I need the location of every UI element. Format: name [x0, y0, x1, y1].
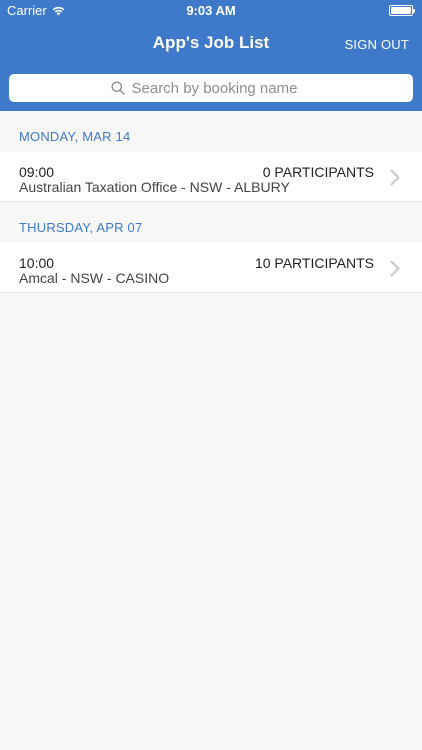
- job-time: 09:00: [19, 164, 55, 180]
- job-row[interactable]: 09:00 Australian Taxation Office - NSW -…: [0, 152, 422, 202]
- status-time: 9:03 AM: [186, 3, 236, 18]
- job-name: Australian Taxation Office - NSW - ALBUR…: [19, 179, 290, 195]
- status-bar: Carrier 9:03 AM: [0, 0, 422, 22]
- participants-count: 0 PARTICIPANTS: [262, 164, 374, 180]
- search-field-container[interactable]: [9, 74, 413, 102]
- chevron-right-icon: [390, 260, 400, 277]
- participants-count: 10 PARTICIPANTS: [254, 255, 374, 271]
- date-section: MONDAY, MAR 14 09:00 Australian Taxation…: [0, 111, 422, 202]
- chevron-right-icon: [390, 169, 400, 186]
- section-header-date: THURSDAY, APR 07: [0, 202, 422, 243]
- search-bar: [9, 74, 413, 102]
- job-time: 10:00: [19, 255, 55, 271]
- job-row[interactable]: 10:00 Amcal - NSW - CASINO 10 PARTICIPAN…: [0, 243, 422, 293]
- sign-out-button[interactable]: SIGN OUT: [345, 37, 409, 52]
- app-screen: Carrier 9:03 AM App's Job List SIGN OUT: [0, 0, 422, 750]
- battery-icon: [389, 5, 415, 16]
- search-input[interactable]: [131, 79, 312, 97]
- app-header: Carrier 9:03 AM App's Job List SIGN OUT: [0, 0, 422, 111]
- navigation-bar: App's Job List SIGN OUT: [0, 22, 422, 66]
- job-name: Amcal - NSW - CASINO: [19, 270, 170, 286]
- search-icon: [111, 81, 125, 95]
- job-list: MONDAY, MAR 14 09:00 Australian Taxation…: [0, 111, 422, 293]
- date-section: THURSDAY, APR 07 10:00 Amcal - NSW - CAS…: [0, 202, 422, 293]
- section-header-date: MONDAY, MAR 14: [0, 111, 422, 152]
